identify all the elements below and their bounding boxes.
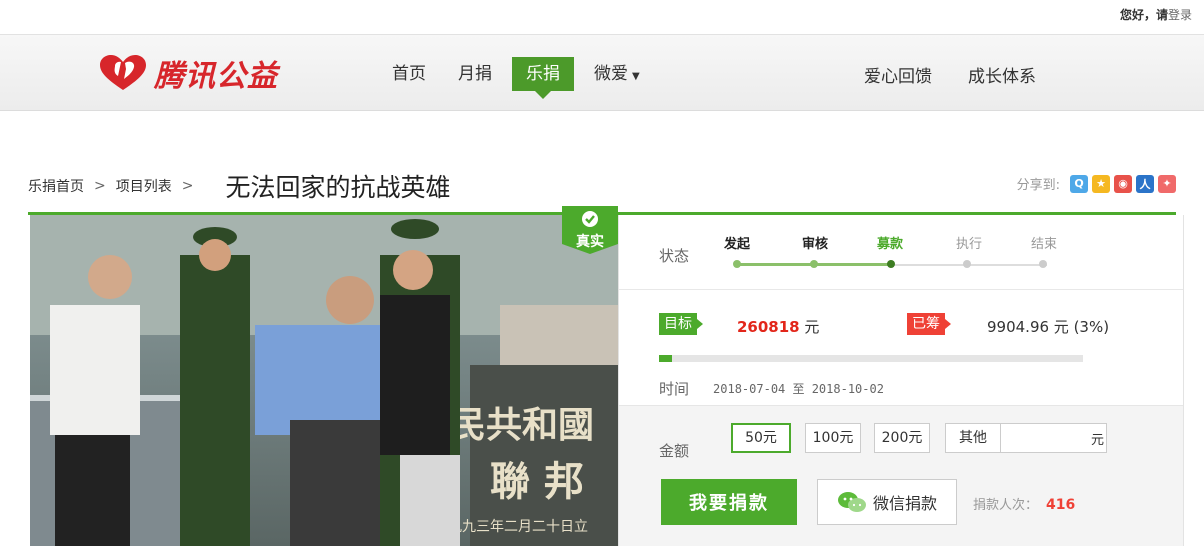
qzone-icon[interactable]: Q	[1070, 174, 1088, 193]
funding-progress-bar	[659, 355, 1083, 362]
time-range: 2018-07-04 至 2018-10-02	[713, 381, 884, 396]
target-number: 260818	[737, 318, 800, 336]
caret-down-icon: ▼	[632, 71, 640, 82]
wechat-donate-button[interactable]: 微信捐款	[817, 479, 957, 525]
status-label: 状态	[659, 247, 690, 265]
breadcrumb-sep: >	[94, 178, 106, 194]
breadcrumb-sep: >	[181, 178, 194, 194]
donation-panel: 状态 发起 审核 募款 执行 结束 目标 260818 元 已筹 9904.96…	[618, 215, 1184, 546]
verified-badge-label: 真实	[576, 234, 604, 250]
funding-row: 目标 260818 元 已筹 9904.96 元 (3%)	[659, 313, 1179, 343]
project-photo[interactable]: 民共和國 聯 邦 九九三年二月二十日立	[30, 215, 618, 546]
donate-button[interactable]: 我要捐款	[661, 479, 797, 525]
amount-option-200[interactable]: 200元	[874, 423, 930, 453]
target-amount: 260818 元	[737, 316, 819, 337]
page-title: 无法回家的抗战英雄	[225, 173, 451, 202]
greeting-text: 您好，	[1119, 8, 1156, 22]
please-text: 请	[1155, 8, 1168, 22]
share-bar: 分享到: Q ★ ◉ 人 ✦	[1017, 174, 1176, 193]
kaixin-icon[interactable]: ✦	[1158, 174, 1176, 193]
nav-item-weiai-label: 微爱	[594, 64, 628, 84]
donor-count-label: 捐款人次：	[973, 498, 1039, 513]
time-row: 时间 2018-07-04 至 2018-10-02	[659, 378, 884, 398]
target-unit: 元	[804, 318, 820, 336]
wechat-icon	[837, 492, 866, 512]
raised-tag: 已筹	[907, 313, 951, 335]
step-dot-current	[887, 260, 895, 268]
funding-progress-fill	[659, 355, 672, 362]
raised-amount: 9904.96 元 (3%)	[987, 318, 1110, 336]
brand-name: 腾讯公益	[154, 59, 278, 94]
nav-item-rewards[interactable]: 爱心回馈	[864, 62, 932, 87]
donor-count: 捐款人次： 416	[973, 494, 1075, 513]
status-row: 状态 发起 审核 募款 执行 结束	[619, 215, 1183, 290]
login-greeting: 您好，请登录	[1120, 6, 1192, 23]
login-link[interactable]: 登录	[1168, 8, 1192, 22]
heart-logo-icon	[100, 55, 146, 90]
step-dot	[733, 260, 741, 268]
qq-star-icon[interactable]: ★	[1092, 174, 1110, 193]
step-dot	[810, 260, 818, 268]
svg-text:九九三年二月二十日立: 九九三年二月二十日立	[448, 519, 588, 535]
nav-item-monthly[interactable]: 月捐	[458, 57, 492, 91]
svg-text:民共和國: 民共和國	[450, 404, 594, 446]
breadcrumb-list[interactable]: 项目列表	[116, 176, 172, 196]
project-photo-illustration: 民共和國 聯 邦 九九三年二月二十日立	[30, 215, 618, 546]
step-execute: 执行	[956, 237, 983, 252]
share-label: 分享到:	[1016, 178, 1060, 193]
step-end: 结束	[1031, 237, 1058, 252]
main-nav: 腾讯公益 首页 月捐 乐捐 微爱 ▼ 爱心回馈 成长体系	[0, 34, 1204, 111]
custom-amount-unit: 元	[1091, 433, 1105, 448]
svg-text:聯 邦: 聯 邦	[490, 458, 584, 505]
nav-item-home[interactable]: 首页	[392, 57, 426, 91]
step-fundraise: 募款	[877, 237, 904, 252]
step-review: 审核	[802, 237, 829, 252]
weibo-icon[interactable]: ◉	[1114, 174, 1132, 193]
amount-option-50[interactable]: 50元	[731, 423, 791, 453]
renren-icon[interactable]: 人	[1136, 174, 1154, 193]
wechat-donate-label: 微信捐款	[872, 494, 937, 513]
amount-option-other[interactable]: 其他	[945, 423, 1001, 453]
amount-option-100[interactable]: 100元	[805, 423, 861, 453]
top-strip: 您好，请登录	[0, 0, 1204, 34]
amount-label: 金额	[659, 442, 690, 460]
nav-item-growth[interactable]: 成长体系	[968, 62, 1036, 87]
logo[interactable]: 腾讯公益	[98, 53, 278, 94]
nav-item-weiai[interactable]: 微爱 ▼	[594, 57, 640, 91]
breadcrumb-home[interactable]: 乐捐首页	[28, 176, 84, 196]
breadcrumb: 乐捐首页 > 项目列表 > 无法回家的抗战英雄	[28, 168, 450, 204]
target-tag: 目标	[659, 313, 703, 335]
step-dot	[963, 260, 971, 268]
step-dot	[1039, 260, 1047, 268]
nav-item-lejuan[interactable]: 乐捐	[512, 57, 574, 99]
nav-menu-right: 爱心回馈 成长体系	[864, 57, 1072, 91]
nav-menu: 首页 月捐 乐捐 微爱 ▼	[392, 57, 672, 99]
donor-count-value: 416	[1046, 497, 1076, 513]
step-initiate: 发起	[724, 237, 751, 252]
status-steps: 发起 审核 募款 执行 结束	[724, 233, 1064, 253]
time-label: 时间	[659, 379, 690, 398]
